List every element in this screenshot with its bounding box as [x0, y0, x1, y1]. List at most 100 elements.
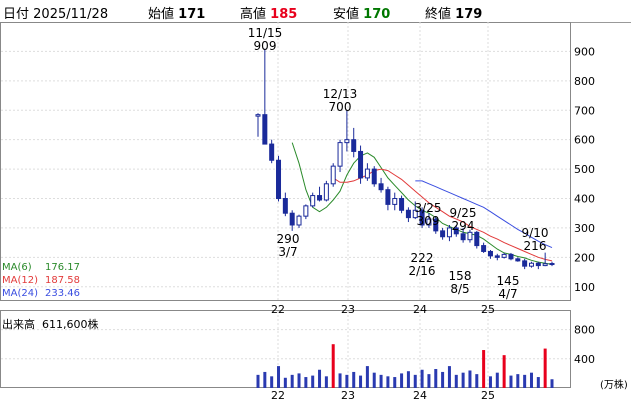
candle-down: [405, 209, 411, 219]
volume-bar: [447, 366, 451, 388]
x-tick-label: 25: [481, 303, 495, 316]
candle-up: [467, 231, 473, 241]
candle-up: [364, 168, 370, 179]
candle-down: [487, 250, 493, 257]
volume-bar: [365, 366, 369, 388]
x-tick-label: 22: [271, 389, 285, 400]
volume-bar: [502, 355, 506, 388]
x-tick-label: 25: [481, 389, 495, 400]
price-tick-label: 200: [574, 251, 595, 264]
candle-down: [522, 260, 528, 267]
volume-bar: [352, 371, 356, 388]
volume-bar: [413, 374, 417, 388]
ma12-legend: MA(12) 187.58: [2, 275, 80, 286]
volume-bar: [283, 377, 287, 388]
price-annotation-value: 158: [449, 269, 472, 283]
volume-bar: [256, 374, 260, 388]
price-annotation-value: 309: [417, 214, 440, 228]
candle-down: [358, 150, 364, 179]
volume-bar: [304, 377, 308, 388]
candle-down: [289, 212, 295, 226]
volume-bar: [468, 370, 472, 388]
price-annotation-date: 8/5: [450, 282, 469, 296]
candle-down: [262, 114, 268, 145]
volume-tick-label: 400: [574, 353, 595, 366]
price-tick-label: 600: [574, 134, 595, 147]
volume-bar: [297, 373, 301, 388]
price-annotation-value: 294: [452, 219, 475, 233]
volume-bar: [434, 369, 438, 388]
volume-bar: [495, 372, 499, 388]
volume-bar: [359, 375, 363, 388]
volume-bar: [536, 377, 540, 388]
candle-up: [310, 195, 316, 207]
candle-up: [337, 142, 343, 167]
candle-down: [494, 255, 500, 258]
candle-up: [542, 263, 548, 267]
candle-down: [515, 258, 521, 262]
candle-up: [303, 205, 309, 217]
candle-down: [282, 198, 288, 214]
price-annotation-value: 222: [411, 251, 434, 265]
volume-bar: [516, 374, 520, 388]
candle-down: [276, 159, 282, 200]
volume-legend: 出来高 611,600株: [2, 318, 99, 331]
price-annotation-date: 11/15: [248, 26, 283, 40]
x-tick-label: 22: [271, 303, 285, 316]
volume-bar: [263, 371, 267, 388]
volume-bar: [331, 344, 335, 388]
volume-bar: [270, 376, 274, 388]
price-annotation-value: 216: [524, 239, 547, 253]
volume-bar: [318, 369, 322, 388]
volume-bar: [311, 375, 315, 388]
price-annotation-date: 2/16: [409, 264, 436, 278]
candle-up: [392, 198, 398, 205]
price-annotation-date: 12/13: [323, 87, 358, 101]
volume-bar: [550, 379, 554, 388]
volume-bar: [543, 348, 547, 388]
price-tick-label: 800: [574, 75, 595, 88]
price-annotation-value: 290: [277, 232, 300, 246]
price-annotation-date: 9/25: [450, 206, 477, 220]
x-tick-label: 23: [341, 303, 355, 316]
volume-bar: [427, 374, 431, 388]
price-tick-label: 300: [574, 222, 595, 235]
x-tick-label: 23: [341, 389, 355, 400]
candle-down: [399, 198, 405, 211]
stock-chart: 100 200 300 400 500 600 700 800 900 22 22 23 23 24 24 2…: [0, 22, 595, 400]
volume-bar: [338, 373, 342, 388]
x-tick-label: 24: [413, 389, 427, 400]
price-annotation-value: 145: [497, 274, 520, 288]
volume-bar: [488, 376, 492, 388]
volume-unit: (万株): [600, 380, 628, 391]
volume-bar: [406, 371, 410, 388]
price-annotation-date: 3/25: [415, 201, 442, 215]
price-tick-label: 700: [574, 104, 595, 117]
volume-bar: [324, 376, 328, 388]
price-tick-label: 100: [574, 281, 595, 294]
volume-bar: [482, 350, 486, 388]
volume-bar: [379, 374, 383, 388]
volume-bar: [441, 371, 445, 388]
volume-bar: [509, 375, 513, 388]
candle-down: [269, 143, 275, 161]
price-annotation-date: 3/7: [278, 245, 297, 259]
ma-line-ma12: [332, 168, 553, 262]
candle-down: [440, 230, 446, 238]
candle-up: [255, 114, 261, 117]
x-tick-label: 24: [413, 303, 427, 316]
volume-bar: [454, 374, 458, 388]
candle-down: [535, 262, 541, 267]
candle-down: [378, 183, 384, 191]
price-annotation-value: 700: [329, 100, 352, 114]
price-annotation-date: 9/10: [522, 226, 549, 240]
candle-down: [474, 231, 480, 247]
ma24-legend: MA(24) 233.46: [2, 288, 80, 299]
candle-up: [528, 262, 534, 267]
ma6-legend: MA(6) 176.17: [2, 262, 80, 273]
candle-down: [351, 139, 357, 152]
volume-bar: [372, 372, 376, 388]
volume-bar: [386, 376, 390, 388]
candle-up: [501, 253, 507, 258]
volume-bar: [400, 373, 404, 388]
